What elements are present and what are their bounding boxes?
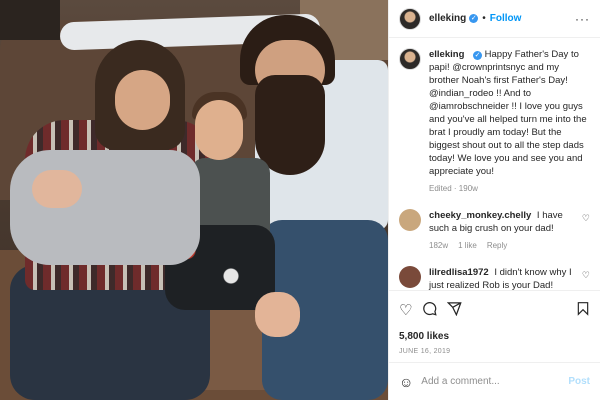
follow-button[interactable]: Follow <box>490 13 522 24</box>
comment-item: lilredlisa1972 I didn't know why I just … <box>399 266 590 290</box>
heart-icon[interactable]: ♡ <box>582 270 590 281</box>
commenter-username[interactable]: cheeky_monkey.chelly <box>429 210 531 221</box>
share-send-icon[interactable] <box>447 301 463 319</box>
boy-foot <box>255 292 300 337</box>
bookmark-icon[interactable] <box>576 301 590 319</box>
baby-blanket <box>10 150 200 265</box>
reply-button[interactable]: Reply <box>487 241 507 250</box>
more-options-icon[interactable]: ··· <box>575 12 590 26</box>
comment-input[interactable] <box>421 376 561 387</box>
lamp-shadow <box>0 0 60 40</box>
caption: elleking ✓ Happy Father's Day to papi! @… <box>399 48 590 193</box>
user-avatar[interactable] <box>399 7 421 30</box>
boy-face <box>195 100 243 160</box>
post-actions: ♡ 5,800 likes JUNE 16, 2019 <box>389 290 600 355</box>
commenter-username[interactable]: lilredlisa1972 <box>429 267 489 278</box>
add-comment-bar: ☺ Post <box>389 362 600 400</box>
caption-username[interactable]: elleking <box>429 49 464 60</box>
verified-badge-icon: ✓ <box>473 51 483 60</box>
post-photo[interactable] <box>0 0 388 400</box>
caption-meta: Edited · 190w <box>429 184 478 193</box>
like-heart-icon[interactable]: ♡ <box>399 303 412 318</box>
post-comment-button[interactable]: Post <box>568 376 590 387</box>
man-left-face <box>115 70 170 130</box>
verified-badge-icon: ✓ <box>469 14 479 23</box>
commenter-avatar[interactable] <box>399 209 421 231</box>
post-sidebar: elleking ✓ • Follow ··· elleking ✓ Happy… <box>388 0 600 400</box>
separator-dot: • <box>482 13 486 24</box>
post-date: JUNE 16, 2019 <box>399 348 451 355</box>
comment-likes[interactable]: 1 like <box>458 241 477 250</box>
commenter-avatar[interactable] <box>399 266 421 288</box>
post-header: elleking ✓ • Follow ··· <box>389 0 600 38</box>
comment-item: cheeky_monkey.chelly I have such a big c… <box>399 209 590 250</box>
comment-bubble-icon[interactable] <box>422 301 438 319</box>
likes-count[interactable]: 5,800 likes <box>399 331 590 342</box>
man-beard <box>255 75 325 175</box>
emoji-icon[interactable]: ☺ <box>399 374 413 390</box>
baby-face <box>32 170 82 208</box>
caption-avatar[interactable] <box>399 48 421 70</box>
username-link[interactable]: elleking <box>429 13 466 24</box>
caption-text: Happy Father's Day to papi! @crownprints… <box>429 49 587 177</box>
heart-icon[interactable]: ♡ <box>582 213 590 224</box>
comments-section[interactable]: elleking ✓ Happy Father's Day to papi! @… <box>389 38 600 290</box>
action-icons: ♡ <box>399 297 590 323</box>
comment-time: 182w <box>429 241 449 250</box>
